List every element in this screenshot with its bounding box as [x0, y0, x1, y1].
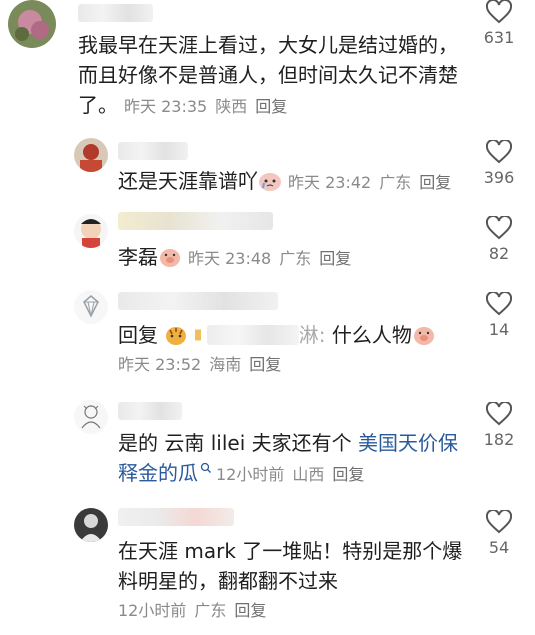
like-button[interactable]: 54 — [481, 510, 517, 557]
pig-emoji-icon — [160, 249, 180, 267]
mention-blurred — [206, 325, 299, 345]
like-button[interactable]: 631 — [481, 0, 517, 47]
username-blurred[interactable] — [118, 142, 188, 160]
username-blurred[interactable] — [118, 508, 234, 526]
reply-button[interactable]: 回复 — [332, 465, 364, 484]
comment-time: 昨天 23:48 — [188, 249, 272, 268]
search-icon[interactable] — [200, 462, 212, 474]
heart-icon — [486, 292, 512, 316]
pig-emoji-icon — [413, 327, 434, 345]
username-blurred[interactable] — [118, 402, 182, 420]
comment-location: 海南 — [209, 355, 242, 374]
username-blurred[interactable] — [118, 212, 273, 230]
reply-button[interactable]: 回复 — [319, 249, 351, 268]
tiger-emoji-icon — [166, 327, 187, 345]
comment-text: 还是天涯靠谱吖 昨天 23:42 广东 回复 — [118, 169, 452, 193]
like-button[interactable]: 14 — [481, 292, 517, 339]
comment-time: 12小时前 — [118, 601, 187, 620]
username-blurred[interactable] — [118, 292, 278, 310]
comment-location: 广东 — [379, 173, 412, 192]
like-count: 82 — [488, 244, 510, 263]
like-count: 182 — [483, 430, 515, 449]
avatar[interactable] — [8, 0, 56, 48]
like-button[interactable]: 396 — [481, 140, 517, 187]
comment-time: 昨天 23:52 — [118, 355, 202, 374]
avatar[interactable] — [74, 214, 108, 248]
comment-location: 广东 — [194, 601, 227, 620]
comment-time: 昨天 23:35 — [124, 97, 208, 116]
comment-time: 昨天 23:42 — [288, 173, 372, 192]
comment-text: 回复 淋: 什么人物 昨天 23:52 海南 回复 — [118, 320, 436, 380]
heart-icon — [486, 510, 512, 534]
heart-icon — [486, 402, 512, 426]
comment-location: 陕西 — [215, 97, 248, 116]
heart-icon — [486, 216, 512, 240]
like-count: 631 — [483, 28, 515, 47]
reply-button[interactable]: 回复 — [419, 173, 451, 192]
avatar[interactable] — [74, 138, 108, 172]
avatar[interactable] — [74, 508, 108, 542]
comment-text: 在天涯 mark 了一堆贴！特别是那个爆 料明星的，翻都翻不过来 12小时前 广东… — [118, 539, 463, 620]
like-count: 396 — [483, 168, 515, 187]
like-button[interactable]: 82 — [481, 216, 517, 263]
search-link[interactable]: 美国天价保 — [358, 431, 458, 455]
like-count: 54 — [488, 538, 510, 557]
comment-location: 广东 — [279, 249, 312, 268]
reply-button[interactable]: 回复 — [234, 601, 266, 620]
comment-text: 是的 云南 lilei 夫家还有个 美国天价保 释金的瓜 12小时前 山西 回复 — [118, 431, 458, 485]
comment-text: 我最早在天涯上看过，大女儿是结过婚的， 而且好像不是普通人，但时间太久记不清楚 … — [78, 33, 458, 117]
search-link[interactable]: 释金的瓜 — [118, 461, 198, 485]
like-button[interactable]: 182 — [481, 402, 517, 449]
tiger-emoji-icon — [194, 329, 201, 341]
like-count: 14 — [488, 320, 510, 339]
username-blurred[interactable] — [78, 4, 153, 22]
crying-emoji-icon — [259, 173, 281, 191]
comment-location: 山西 — [292, 465, 325, 484]
comment-time: 12小时前 — [216, 465, 285, 484]
avatar[interactable] — [74, 400, 108, 434]
heart-icon — [486, 0, 512, 24]
comment-text: 李磊 昨天 23:48 广东 回复 — [118, 245, 352, 269]
avatar[interactable] — [74, 290, 108, 324]
reply-button[interactable]: 回复 — [255, 97, 287, 116]
heart-icon — [486, 140, 512, 164]
reply-button[interactable]: 回复 — [249, 355, 281, 374]
